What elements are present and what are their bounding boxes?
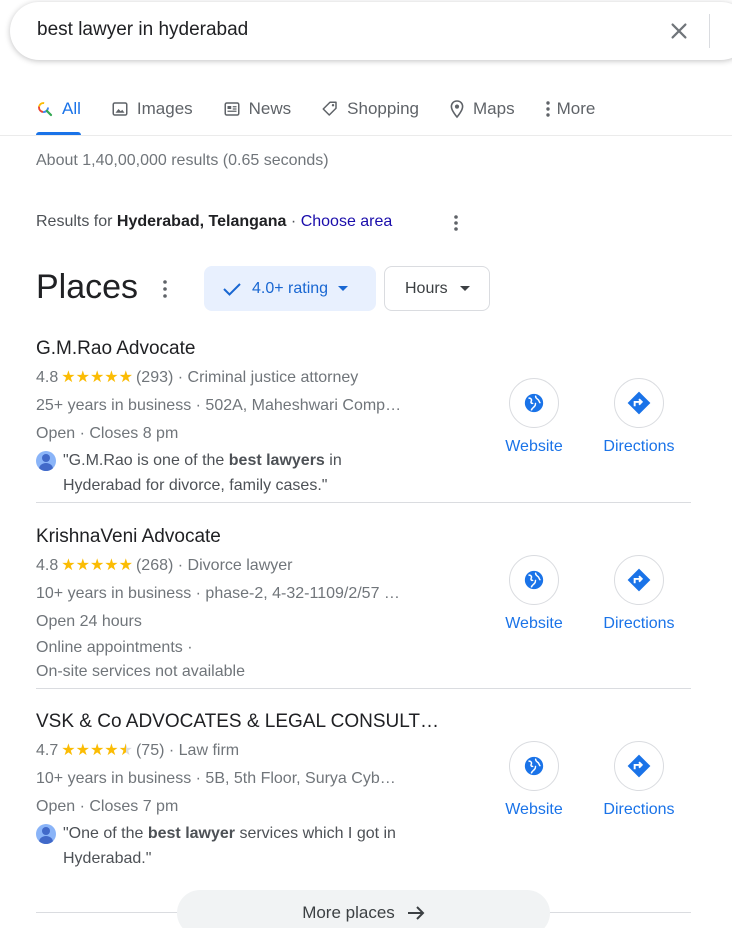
place-name[interactable]: G.M.Rao Advocate	[36, 338, 691, 364]
tab-more-label: More	[556, 99, 596, 118]
rating-filter-label: 4.0+ rating	[252, 279, 329, 297]
globe-icon	[524, 570, 544, 590]
review-count[interactable]: (75)	[136, 742, 164, 759]
result-divider	[36, 688, 691, 689]
directions-label: Directions	[603, 615, 675, 632]
places-title: Places	[36, 268, 139, 306]
arrow-right-icon	[407, 906, 425, 920]
location-prefix: Results for	[36, 213, 113, 230]
rating-value: 4.8	[36, 557, 59, 574]
result-stats: About 1,40,00,000 results (0.65 seconds)	[36, 152, 329, 169]
review-text-bold: best lawyers	[228, 452, 325, 469]
globe-icon	[524, 756, 544, 776]
directions-button[interactable]: Directions	[584, 555, 694, 633]
review-text-pre: "One of the	[63, 825, 148, 842]
tabs-divider	[0, 135, 732, 136]
globe-icon	[524, 393, 544, 413]
place-review: "One of the best lawyer services which I…	[36, 821, 691, 871]
website-button[interactable]: Website	[479, 741, 589, 819]
website-button[interactable]: Website	[479, 378, 589, 456]
tab-all[interactable]: All	[36, 96, 81, 122]
tab-shopping-label: Shopping	[347, 99, 420, 118]
image-icon	[112, 102, 128, 116]
place-name[interactable]: KrishnaVeni Advocate	[36, 526, 691, 552]
avatar	[36, 451, 56, 471]
checkmark-icon	[223, 282, 241, 296]
directions-icon	[627, 754, 651, 778]
review-text-bold: best lawyer	[147, 825, 235, 842]
location-place: Hyderabad, Telangana	[116, 213, 287, 230]
result-divider	[36, 502, 691, 503]
website-label: Website	[505, 615, 563, 632]
star-rating-icon: ★★★★★	[61, 742, 133, 759]
place-name[interactable]: VSK & Co ADVOCATES & LEGAL CONSULT…	[36, 711, 691, 737]
directions-button[interactable]: Directions	[584, 378, 694, 456]
star-rating-icon: ★★★★★	[61, 557, 133, 574]
review-count[interactable]: (268)	[136, 557, 173, 574]
tab-news[interactable]: News	[223, 96, 292, 122]
tab-all-label: All	[62, 99, 81, 118]
tab-more[interactable]: More	[545, 96, 596, 122]
tag-icon	[322, 101, 337, 116]
place-category: · Divorce lawyer	[177, 557, 293, 574]
hours-filter-chip[interactable]: Hours	[384, 266, 490, 311]
star-rating-icon: ★★★★★	[61, 369, 133, 386]
review-count[interactable]: (293)	[136, 369, 173, 386]
news-icon	[224, 102, 240, 116]
more-vert-icon	[545, 101, 550, 117]
tab-images-label: Images	[136, 99, 193, 118]
location-more-icon[interactable]	[449, 213, 463, 233]
hours-filter-label: Hours	[405, 279, 448, 297]
review-text-pre: "G.M.Rao is one of the	[63, 452, 229, 469]
tab-news-label: News	[248, 99, 292, 118]
map-pin-icon	[450, 100, 464, 119]
tab-maps[interactable]: Maps	[449, 96, 515, 122]
website-label: Website	[505, 438, 563, 455]
directions-label: Directions	[603, 438, 675, 455]
place-services-note: On-site services not available	[36, 663, 245, 680]
tab-maps-label: Maps	[473, 99, 515, 118]
place-category: · Law firm	[168, 742, 240, 759]
directions-icon	[627, 391, 651, 415]
place-category: · Criminal justice attorney	[177, 369, 359, 386]
places-more-icon[interactable]	[158, 278, 172, 300]
location-bar: Results for Hyderabad, Telangana · Choos…	[36, 213, 392, 231]
website-label: Website	[505, 801, 563, 818]
rating-filter-chip[interactable]: 4.0+ rating	[204, 266, 376, 311]
tab-shopping[interactable]: Shopping	[321, 96, 419, 122]
directions-label: Directions	[603, 801, 675, 818]
search-multicolor-icon	[38, 102, 53, 117]
caret-down-icon	[338, 285, 349, 291]
location-separator: ·	[290, 213, 297, 230]
directions-icon	[627, 568, 651, 592]
close-icon[interactable]	[668, 20, 690, 42]
more-places-button[interactable]: More places	[177, 890, 550, 928]
caret-down-icon	[459, 285, 470, 291]
more-places-label: More places	[302, 903, 395, 922]
place-services: Online appointments ·	[36, 639, 193, 656]
rating-value: 4.7	[36, 742, 59, 759]
directions-button[interactable]: Directions	[584, 741, 694, 819]
avatar	[36, 824, 56, 844]
rating-value: 4.8	[36, 369, 59, 386]
choose-area-link[interactable]: Choose area	[301, 213, 393, 230]
website-button[interactable]: Website	[479, 555, 589, 633]
tab-images[interactable]: Images	[111, 96, 193, 122]
search-box-divider	[709, 14, 710, 48]
search-tabs: All Images News Shopping Maps More	[36, 96, 625, 122]
search-input[interactable]: best lawyer in hyderabad	[37, 19, 248, 41]
search-box[interactable]: best lawyer in hyderabad	[10, 2, 732, 60]
